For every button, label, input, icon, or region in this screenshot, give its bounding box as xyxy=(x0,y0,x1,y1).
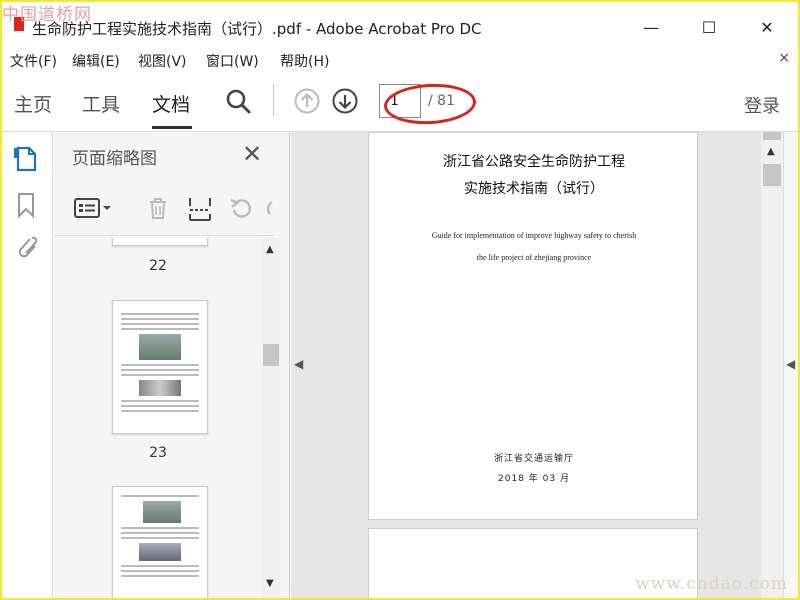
doc-subtitle-line2: the life project of zhejiang province xyxy=(476,253,592,262)
thumbnail-list: 22 23 xyxy=(54,238,262,600)
tab-tools[interactable]: 工具 xyxy=(82,90,120,117)
close-document-icon[interactable]: × xyxy=(778,50,790,66)
doc-title-line2: 实施技术指南（试行） xyxy=(464,181,604,197)
doc-scroll-up-icon[interactable]: ▲ xyxy=(767,146,775,157)
page-thumbnails-icon[interactable] xyxy=(14,146,38,172)
search-icon[interactable] xyxy=(224,87,252,115)
thumbnail-scroll-thumb[interactable] xyxy=(263,344,279,366)
scroll-up-icon[interactable]: ▲ xyxy=(266,244,274,255)
navigation-rail xyxy=(0,132,53,600)
active-tab-indicator xyxy=(152,126,192,129)
collapse-left-pane-icon[interactable]: ◀ xyxy=(294,357,303,371)
close-panel-icon[interactable]: ✕ xyxy=(242,140,262,168)
thumbnail-page-23[interactable] xyxy=(112,300,208,434)
document-scrollbar[interactable]: ▲ xyxy=(761,132,783,600)
thumbnail-page-24[interactable] xyxy=(112,486,208,600)
thumbnails-panel: 页面缩略图 ✕ 22 23 ▲ ▼ xyxy=(54,132,290,600)
doc-subtitle-line1: Guide for implementation of improve high… xyxy=(431,231,637,240)
right-pane-strip: ◀ xyxy=(783,132,800,600)
tab-document[interactable]: 文档 xyxy=(152,90,190,117)
maximize-button[interactable]: ☐ xyxy=(686,12,732,42)
login-button[interactable]: 登录 xyxy=(744,92,780,118)
document-view[interactable]: ◀ 浙江省公路安全生命防护工程 实施技术指南（试行） Guide for imp… xyxy=(291,132,761,600)
thumbnail-label-22: 22 xyxy=(149,258,167,274)
minimize-button[interactable]: — xyxy=(628,12,674,42)
menu-edit[interactable]: 编辑(E) xyxy=(72,51,120,71)
insert-page-icon[interactable] xyxy=(186,194,214,222)
options-menu-icon[interactable] xyxy=(72,194,112,222)
menu-window[interactable]: 窗口(W) xyxy=(206,51,259,71)
panel-title: 页面缩略图 xyxy=(72,149,157,169)
menu-file[interactable]: 文件(F) xyxy=(10,51,57,71)
rotate-right-icon[interactable] xyxy=(264,194,274,222)
menu-help[interactable]: 帮助(H) xyxy=(280,51,329,71)
delete-page-icon[interactable] xyxy=(144,194,172,222)
doc-title-line1: 浙江省公路安全生命防护工程 xyxy=(443,154,625,170)
scrollbar-top-cap xyxy=(763,132,781,140)
document-scroll-thumb[interactable] xyxy=(763,164,781,186)
watermark-top: 中国道桥网 xyxy=(2,5,92,25)
doc-publisher: 浙江省交通运输厅 xyxy=(493,454,574,464)
doc-date: 2018 年 03 月 xyxy=(498,474,570,484)
menu-bar: 文件(F) 编辑(E) 视图(V) 窗口(W) 帮助(H) × xyxy=(0,48,800,72)
thumbnail-scrollbar[interactable]: ▲ ▼ xyxy=(262,238,280,600)
pdf-page-1: 浙江省公路安全生命防护工程 实施技术指南（试行） Guide for imple… xyxy=(368,132,698,520)
thumbnail-label-23: 23 xyxy=(149,445,167,461)
thumbnail-page-22[interactable] xyxy=(112,238,208,246)
next-page-icon[interactable] xyxy=(331,87,359,115)
menu-view[interactable]: 视图(V) xyxy=(138,51,187,71)
watermark-bottom: www.cndao.com xyxy=(635,574,788,594)
scroll-down-icon[interactable]: ▼ xyxy=(266,578,274,589)
tab-home[interactable]: 主页 xyxy=(14,90,52,117)
thumbnail-toolbar xyxy=(54,180,274,236)
bookmark-icon[interactable] xyxy=(14,192,38,218)
prev-page-icon[interactable] xyxy=(293,87,321,115)
toolbar-separator xyxy=(273,84,274,116)
close-window-button[interactable]: ✕ xyxy=(744,12,790,42)
window-title: 生命防护工程实施技术指南（试行）.pdf - Adobe Acrobat Pro… xyxy=(32,20,482,38)
expand-right-pane-icon[interactable]: ◀ xyxy=(786,357,795,371)
rotate-left-icon[interactable] xyxy=(228,194,256,222)
attachment-icon[interactable] xyxy=(14,234,38,260)
title-bar: 生命防护工程实施技术指南（试行）.pdf - Adobe Acrobat Pro… xyxy=(0,0,800,44)
